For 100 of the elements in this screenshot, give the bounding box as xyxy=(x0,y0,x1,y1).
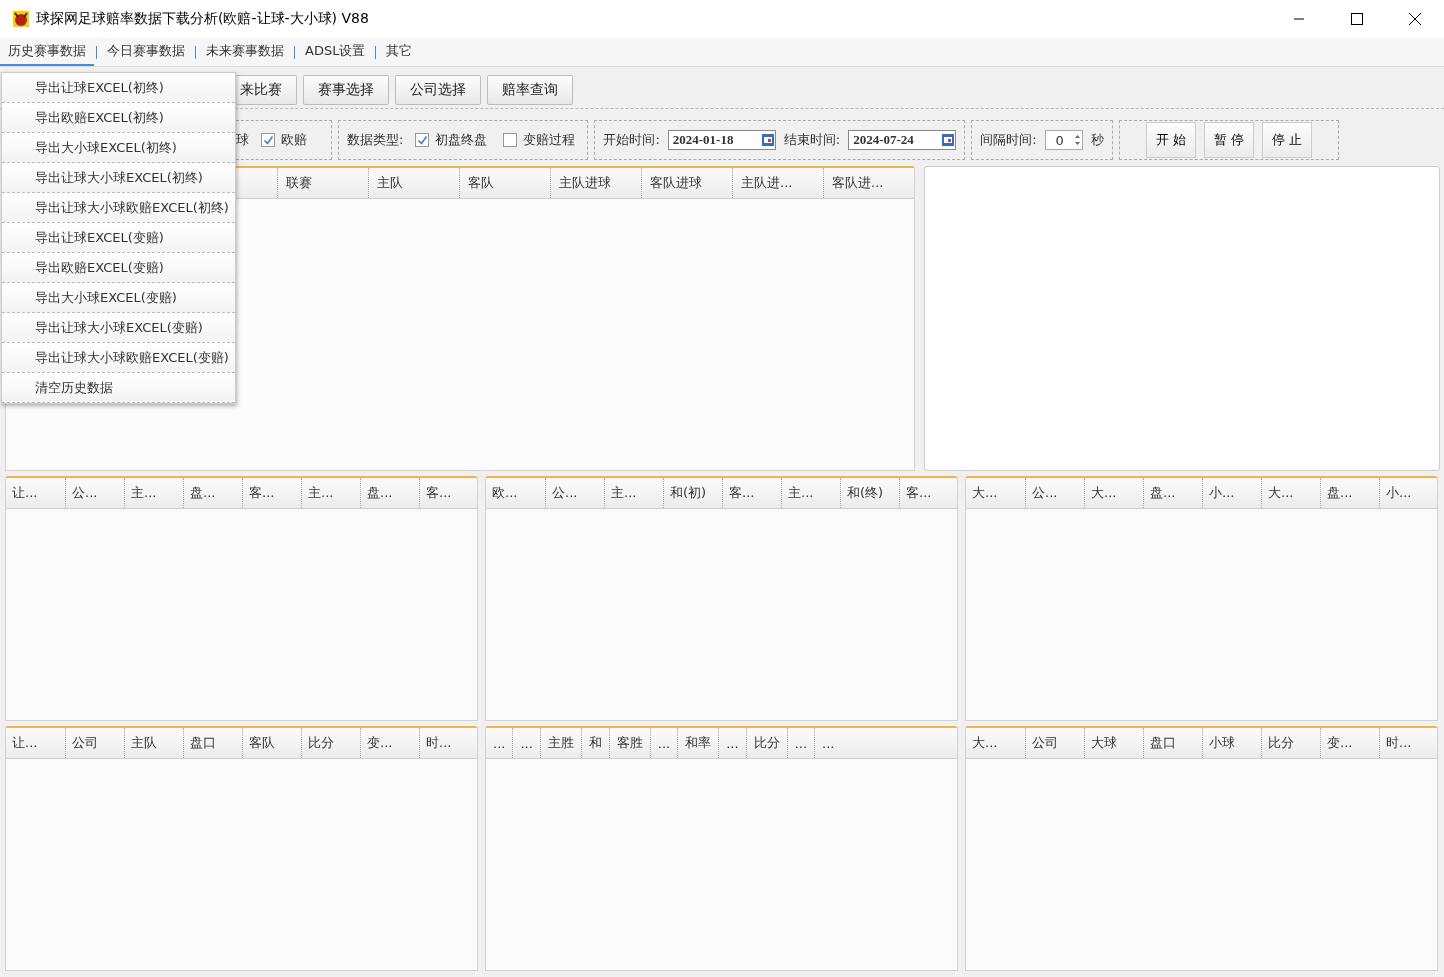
close-icon[interactable] xyxy=(1409,13,1421,25)
action-button[interactable]: 暂 停 xyxy=(1203,122,1254,158)
column-header[interactable]: 小... xyxy=(1202,478,1261,508)
column-header[interactable]: 客队 xyxy=(459,168,550,198)
column-header[interactable]: 让... xyxy=(6,478,65,508)
column-header[interactable]: 小... xyxy=(1379,478,1437,508)
data-grid[interactable]: 大... 公司 大球 盘口 小球 比分 变... 时... xyxy=(965,726,1438,971)
column-header[interactable]: 客队进球 xyxy=(641,168,732,198)
data-grid[interactable]: 让... 公司 主队 盘口 客队 比分 变... 时... xyxy=(5,726,478,971)
column-header[interactable]: 主... xyxy=(124,478,183,508)
column-header[interactable]: ... xyxy=(786,728,815,758)
column-header[interactable]: 和 xyxy=(580,728,609,758)
data-grid[interactable]: 让... 公... 主... 盘... 客... 主... 盘... 客... xyxy=(5,476,478,721)
spinner-field[interactable]: 0 xyxy=(1044,130,1083,150)
column-header[interactable]: 盘... xyxy=(1143,478,1202,508)
maximize-icon[interactable] xyxy=(1351,13,1363,25)
column-header[interactable]: 主队 xyxy=(124,728,183,758)
menu-tab[interactable]: ADSL设置 xyxy=(297,38,374,66)
column-header[interactable]: 客... xyxy=(242,478,301,508)
column-header[interactable]: 客队进... xyxy=(823,168,914,198)
column-header[interactable]: 主... xyxy=(301,478,360,508)
column-header[interactable]: 主队 xyxy=(368,168,459,198)
column-header[interactable]: 客... xyxy=(899,478,957,508)
toolbar-button[interactable]: 赛事选择 xyxy=(303,75,389,105)
column-header[interactable]: 联赛 xyxy=(277,168,368,198)
checkmark-icon xyxy=(262,134,274,146)
column-header[interactable]: 大... xyxy=(966,728,1025,758)
column-header[interactable]: 主队进... xyxy=(732,168,823,198)
menu-tab[interactable]: 未来赛事数据 xyxy=(198,38,292,66)
date-field[interactable]: 2024-01-18 xyxy=(667,130,776,150)
column-header[interactable]: 客队 xyxy=(242,728,301,758)
column-header[interactable]: 公... xyxy=(1025,478,1084,508)
column-header[interactable]: 让... xyxy=(6,728,65,758)
column-header[interactable]: 大... xyxy=(1261,478,1320,508)
column-header[interactable]: ... xyxy=(649,728,678,758)
menu-item[interactable]: 导出让球大小球欧赔EXCEL(变赔) xyxy=(2,343,235,373)
column-header[interactable]: 和率 xyxy=(677,728,719,758)
checkbox[interactable]: 欧赔 xyxy=(257,131,311,149)
checkbox[interactable]: 初盘终盘 xyxy=(411,131,492,149)
column-header[interactable]: 欧... xyxy=(486,478,545,508)
menu-tab[interactable]: 今日赛事数据 xyxy=(99,38,193,66)
column-header[interactable]: 客... xyxy=(419,478,477,508)
column-header[interactable]: 主胜 xyxy=(539,728,581,758)
toolbar-button[interactable]: 来比赛 xyxy=(236,75,297,105)
menu-item[interactable]: 导出大小球EXCEL(初终) xyxy=(2,133,235,163)
action-button[interactable]: 停 止 xyxy=(1261,122,1312,158)
column-header[interactable]: 比分 xyxy=(301,728,360,758)
column-header[interactable]: 时... xyxy=(419,728,477,758)
column-header[interactable]: 变... xyxy=(1320,728,1379,758)
menu-item[interactable]: 导出欧赔EXCEL(变赔) xyxy=(2,253,235,283)
column-header[interactable]: 小球 xyxy=(1202,728,1261,758)
menu-tab[interactable]: 其它 xyxy=(378,38,421,66)
menu-item[interactable]: 导出让球大小球EXCEL(初终) xyxy=(2,163,235,193)
column-header[interactable]: 盘口 xyxy=(183,728,242,758)
unit-label: 秒 xyxy=(1090,131,1104,149)
column-header[interactable]: 时... xyxy=(1379,728,1437,758)
column-header[interactable]: 公司 xyxy=(1025,728,1084,758)
calendar-icon[interactable] xyxy=(941,133,956,147)
toolbar-button[interactable]: 赔率查询 xyxy=(487,75,573,105)
column-header[interactable]: 变... xyxy=(360,728,419,758)
column-header[interactable]: 比分 xyxy=(745,728,787,758)
column-header[interactable]: 盘... xyxy=(1320,478,1379,508)
column-header[interactable]: 盘口 xyxy=(1143,728,1202,758)
menu-tab[interactable]: 历史赛事数据 xyxy=(0,38,94,66)
column-header[interactable]: 公... xyxy=(65,478,124,508)
column-header[interactable]: 盘... xyxy=(183,478,242,508)
column-header[interactable]: ... xyxy=(814,728,842,758)
checkbox[interactable]: 变赔过程 xyxy=(499,131,580,149)
menu-item[interactable]: 导出让球大小球欧赔EXCEL(初终) xyxy=(2,193,235,223)
menu-item[interactable]: 导出让球EXCEL(初终) xyxy=(2,73,235,103)
column-header[interactable]: 主队进球 xyxy=(550,168,641,198)
menu-item[interactable]: 导出让球EXCEL(变赔) xyxy=(2,223,235,253)
menu-item[interactable]: 清空历史数据 xyxy=(2,373,235,403)
column-header[interactable]: 客胜 xyxy=(608,728,650,758)
column-header[interactable]: 大... xyxy=(966,478,1025,508)
menu-item[interactable]: 导出大小球EXCEL(变赔) xyxy=(2,283,235,313)
column-header[interactable]: 比分 xyxy=(1261,728,1320,758)
action-button[interactable]: 开 始 xyxy=(1145,122,1196,158)
column-header[interactable]: 大... xyxy=(1084,478,1143,508)
toolbar-button[interactable]: 公司选择 xyxy=(395,75,481,105)
date-field[interactable]: 2024-07-24 xyxy=(848,130,957,150)
column-header[interactable]: 公... xyxy=(545,478,604,508)
menu-item[interactable]: 导出让球大小球EXCEL(变赔) xyxy=(2,313,235,343)
column-header[interactable]: ... xyxy=(718,728,746,758)
column-header[interactable]: 和(终) xyxy=(840,478,899,508)
column-header[interactable]: ... xyxy=(486,728,513,758)
calendar-icon[interactable] xyxy=(760,133,775,147)
data-grid[interactable]: 大... 公... 大... 盘... 小... 大... 盘... 小... xyxy=(965,476,1438,721)
column-header[interactable]: 大球 xyxy=(1084,728,1143,758)
column-header[interactable]: 和(初) xyxy=(663,478,722,508)
column-header[interactable]: 盘... xyxy=(360,478,419,508)
column-header[interactable]: ... xyxy=(512,728,540,758)
spinner-arrows-icon[interactable] xyxy=(1072,132,1082,148)
column-header[interactable]: 主... xyxy=(604,478,663,508)
data-grid[interactable]: ... ... 主胜 和 客胜 ... 和率 ... 比分 ... ... xyxy=(485,726,958,971)
column-header[interactable]: 客... xyxy=(722,478,781,508)
column-header[interactable]: 主... xyxy=(781,478,840,508)
menu-item[interactable]: 导出欧赔EXCEL(初终) xyxy=(2,103,235,133)
data-grid[interactable]: 欧... 公... 主... 和(初) 客... 主... 和(终) 客... xyxy=(485,476,958,721)
column-header[interactable]: 公司 xyxy=(65,728,124,758)
